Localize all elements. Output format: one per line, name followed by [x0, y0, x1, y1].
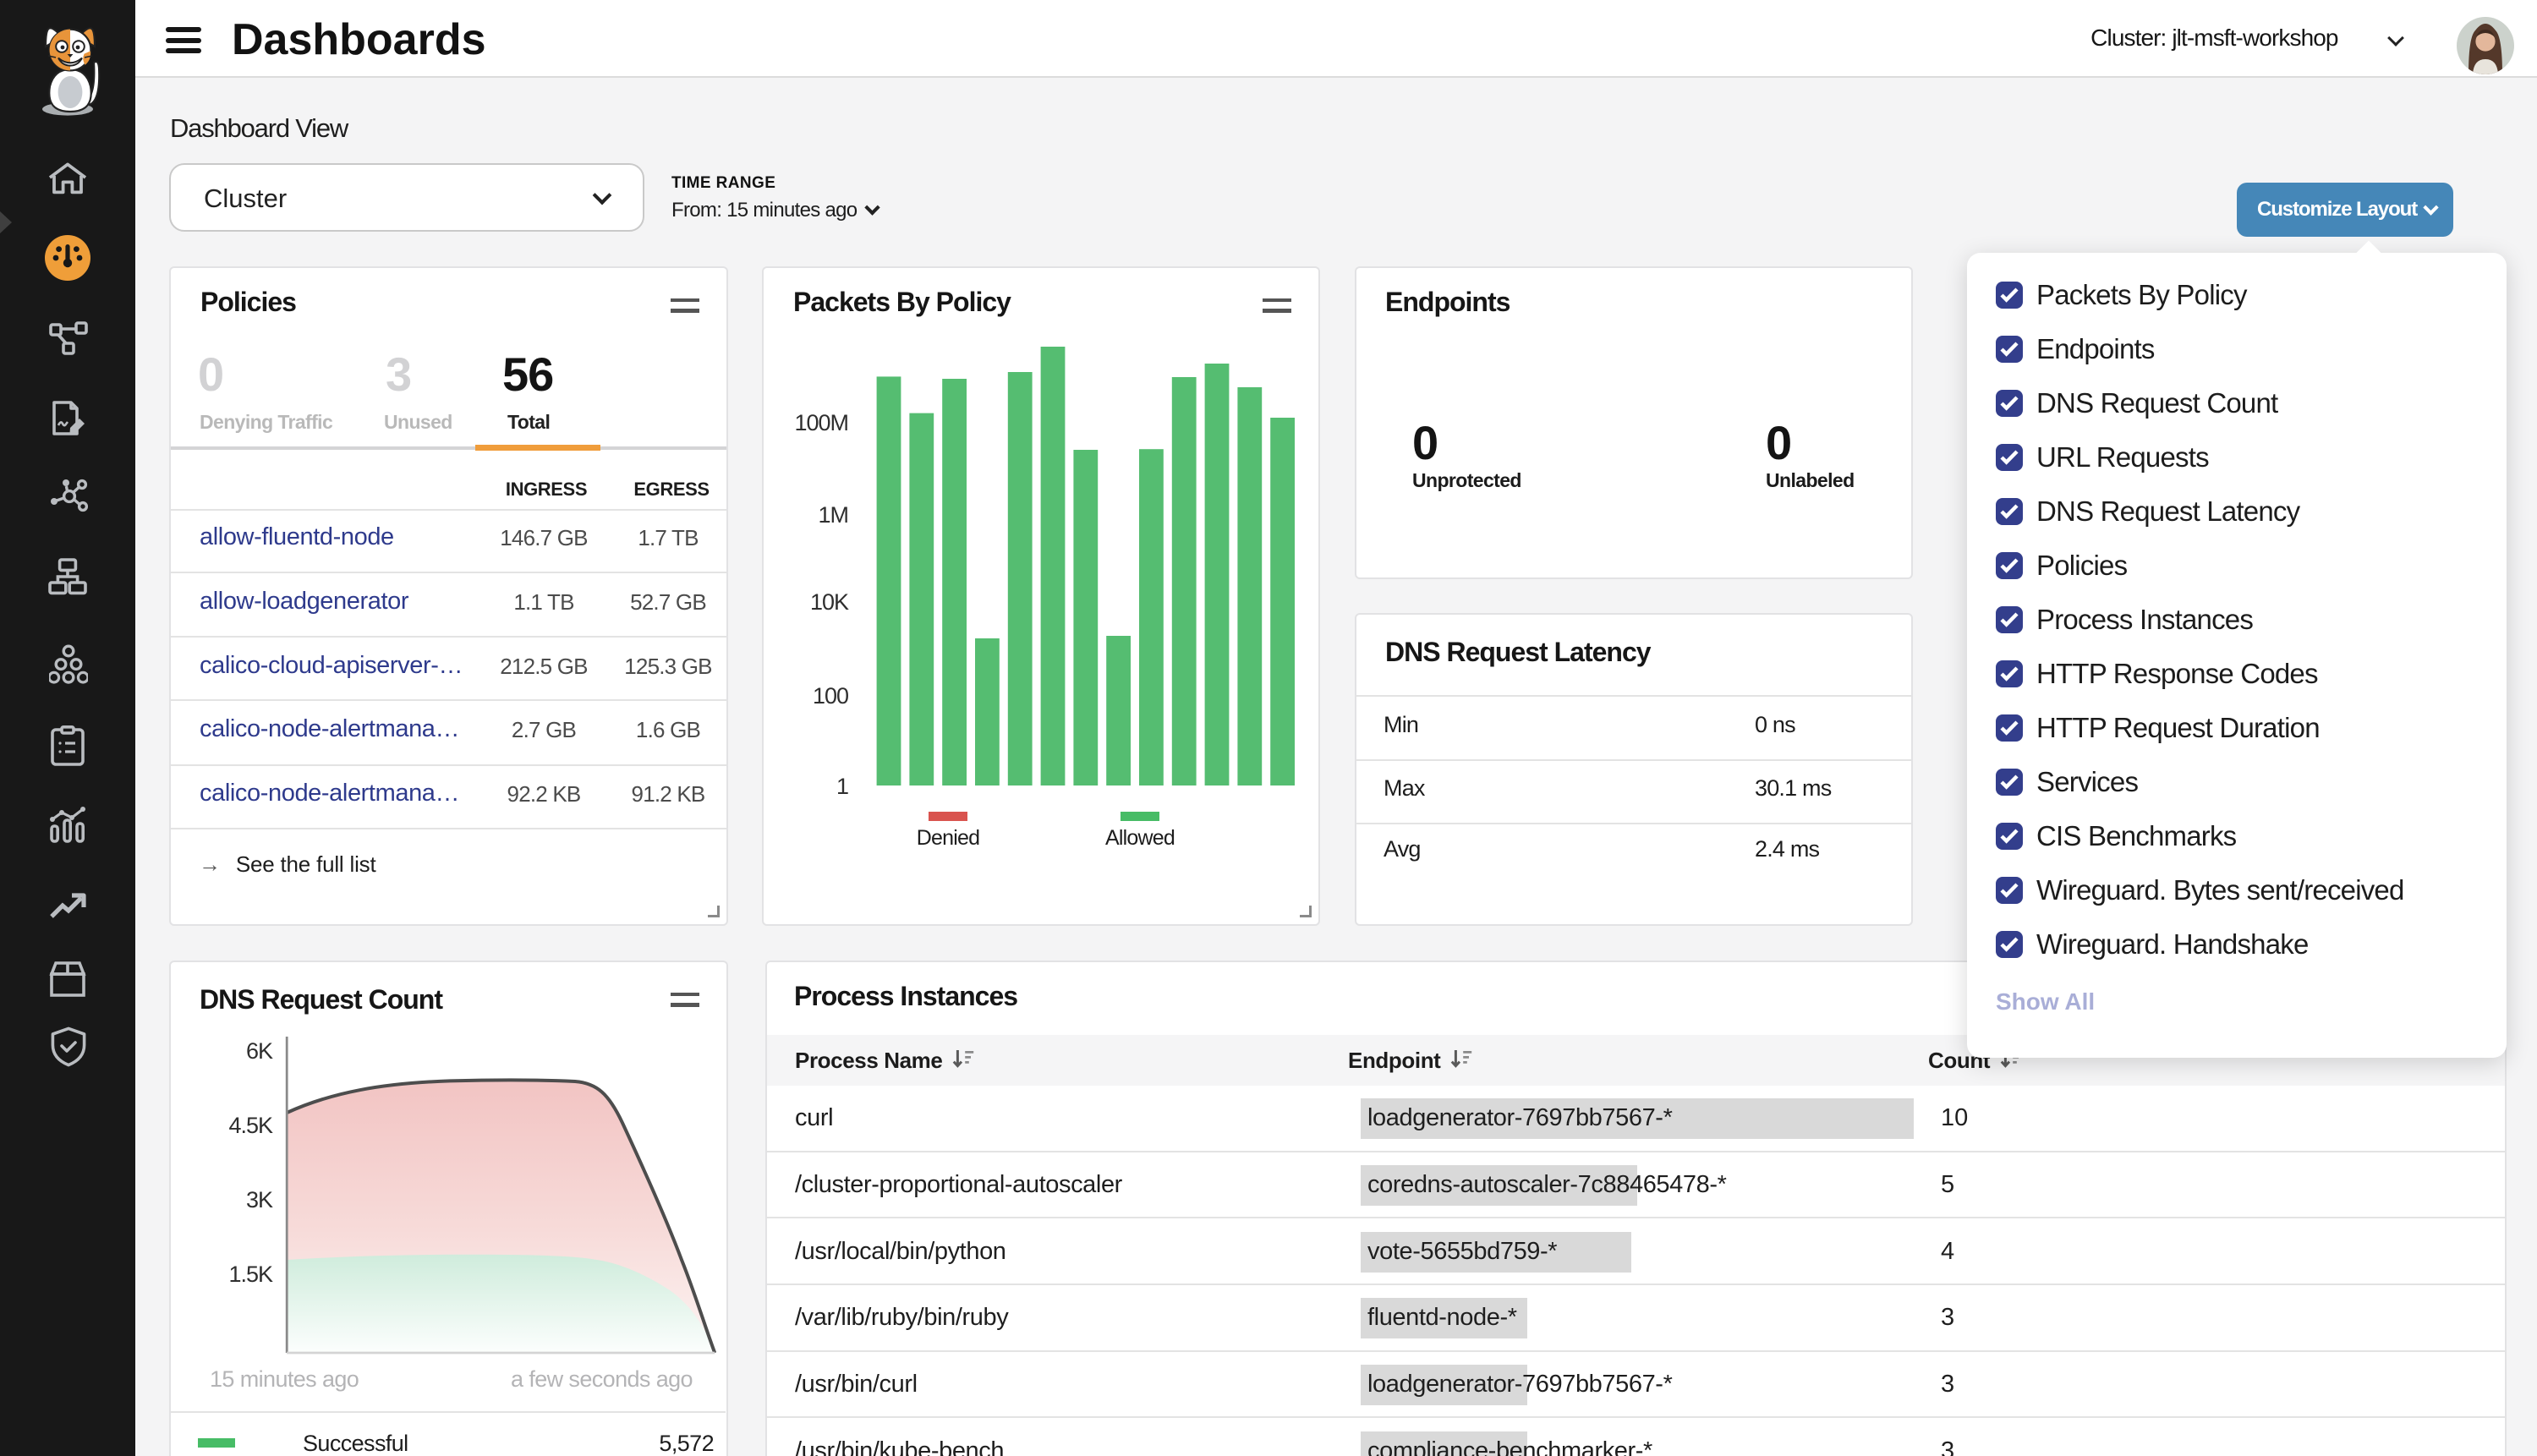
svg-text:100M: 100M [794, 410, 848, 435]
svg-text:1M: 1M [818, 502, 848, 528]
svg-text:100: 100 [813, 683, 848, 709]
svg-text:Successful: Successful [303, 1431, 408, 1456]
svg-text:4.5K: 4.5K [228, 1113, 273, 1138]
svg-text:5,572: 5,572 [659, 1431, 714, 1456]
svg-text:3K: 3K [246, 1187, 273, 1212]
svg-text:15 minutes ago: 15 minutes ago [210, 1366, 359, 1392]
svg-text:6K: 6K [246, 1038, 273, 1064]
svg-text:a few seconds ago: a few seconds ago [511, 1366, 693, 1392]
svg-text:1.5K: 1.5K [228, 1262, 273, 1287]
svg-text:10K: 10K [810, 589, 849, 615]
svg-text:1: 1 [836, 774, 848, 799]
svg-text:Allowed: Allowed [1105, 826, 1175, 850]
svg-text:Denied: Denied [917, 826, 979, 850]
